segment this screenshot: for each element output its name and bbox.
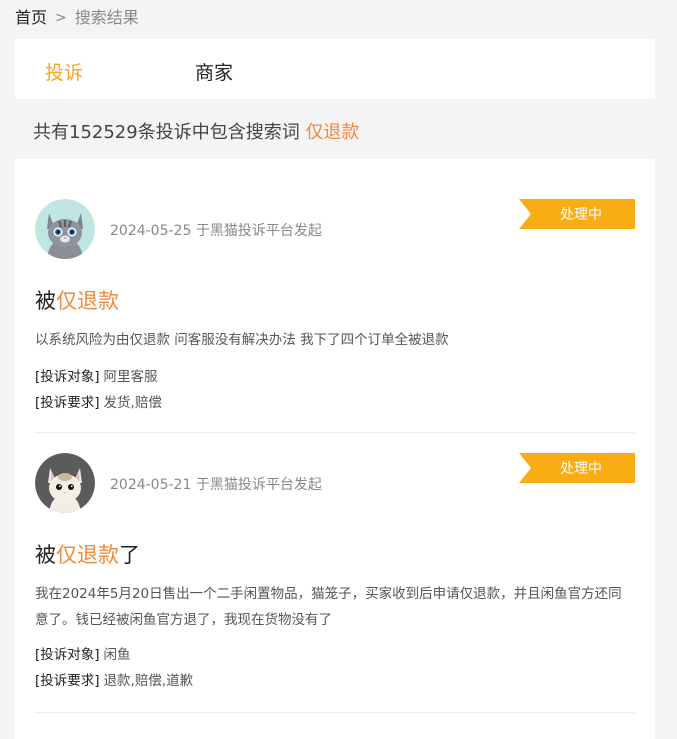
white-cat-avatar-icon bbox=[35, 453, 95, 513]
complaint-meta: 2024-05-21 于黑猫投诉平台发起 bbox=[110, 474, 322, 494]
complaint-description: 以系统风险为由仅退款 问客服没有解决办法 我下了四个订单全被退款 bbox=[35, 332, 449, 348]
breadcrumb-home-link[interactable]: 首页 bbox=[15, 8, 47, 28]
breadcrumb: 首页 > 搜索结果 bbox=[15, 8, 139, 28]
complaint-title[interactable]: 被仅退款 bbox=[35, 285, 119, 315]
complaint-target: [投诉对象] 闲鱼 bbox=[35, 643, 131, 663]
status-badge: 处理中 bbox=[519, 199, 635, 229]
summary-keyword: 仅退款 bbox=[305, 122, 360, 143]
title-keyword: 仅退款 bbox=[56, 289, 119, 313]
complaint-target: [投诉对象] 阿里客服 bbox=[35, 365, 158, 385]
complaint-source: 于黑猫投诉平台发起 bbox=[195, 223, 322, 239]
tab-bar: 投诉 商家 bbox=[15, 39, 655, 99]
grey-tabby-cat-avatar-icon bbox=[35, 199, 95, 259]
search-summary: 共有152529条投诉中包含搜索词 仅退款 bbox=[33, 118, 359, 144]
breadcrumb-current: 搜索结果 bbox=[74, 8, 139, 27]
complaint-demand: [投诉要求] 退款,赔偿,道歉 bbox=[35, 669, 193, 689]
demand-label: [投诉要求] bbox=[35, 673, 100, 689]
title-text-suffix: 了 bbox=[119, 543, 140, 567]
complaint-description: 我在2024年5月20日售出一个二手闲置物品，猫笼子，买家收到后申请仅退款，并且… bbox=[35, 586, 622, 628]
tab-merchants[interactable]: 商家 bbox=[195, 58, 233, 85]
complaint-list: 2024-05-25 于黑猫投诉平台发起 处理中 被仅退款 以系统风险为由仅退款… bbox=[15, 159, 655, 739]
complaint-title[interactable]: 被仅退款了 bbox=[35, 539, 140, 569]
summary-text: 共有152529条投诉中包含搜索词 bbox=[33, 122, 306, 143]
complaint-demand: [投诉要求] 发货,赔偿 bbox=[35, 391, 162, 411]
tab-complaints[interactable]: 投诉 bbox=[45, 58, 83, 85]
complaint-date: 2024-05-21 bbox=[110, 477, 192, 493]
complaint-meta: 2024-05-25 于黑猫投诉平台发起 bbox=[110, 220, 322, 240]
demand-label: [投诉要求] bbox=[35, 395, 100, 411]
title-text: 被 bbox=[35, 289, 56, 313]
target-value: 闲鱼 bbox=[103, 647, 131, 663]
title-keyword: 仅退款 bbox=[56, 543, 119, 567]
complaint-date: 2024-05-25 bbox=[110, 223, 192, 239]
title-text: 被 bbox=[35, 543, 56, 567]
breadcrumb-separator: > bbox=[55, 10, 67, 26]
demand-value: 退款,赔偿,道歉 bbox=[103, 673, 194, 689]
complaint-card[interactable]: 2024-05-21 于黑猫投诉平台发起 处理中 被仅退款了 我在2024年5月… bbox=[35, 453, 635, 713]
target-value: 阿里客服 bbox=[103, 369, 158, 385]
target-label: [投诉对象] bbox=[35, 369, 100, 385]
demand-value: 发货,赔偿 bbox=[103, 395, 162, 411]
target-label: [投诉对象] bbox=[35, 647, 100, 663]
complaint-card[interactable]: 2024-05-25 于黑猫投诉平台发起 处理中 被仅退款 以系统风险为由仅退款… bbox=[35, 199, 635, 433]
status-badge: 处理中 bbox=[519, 453, 635, 483]
complaint-source: 于黑猫投诉平台发起 bbox=[195, 477, 322, 493]
